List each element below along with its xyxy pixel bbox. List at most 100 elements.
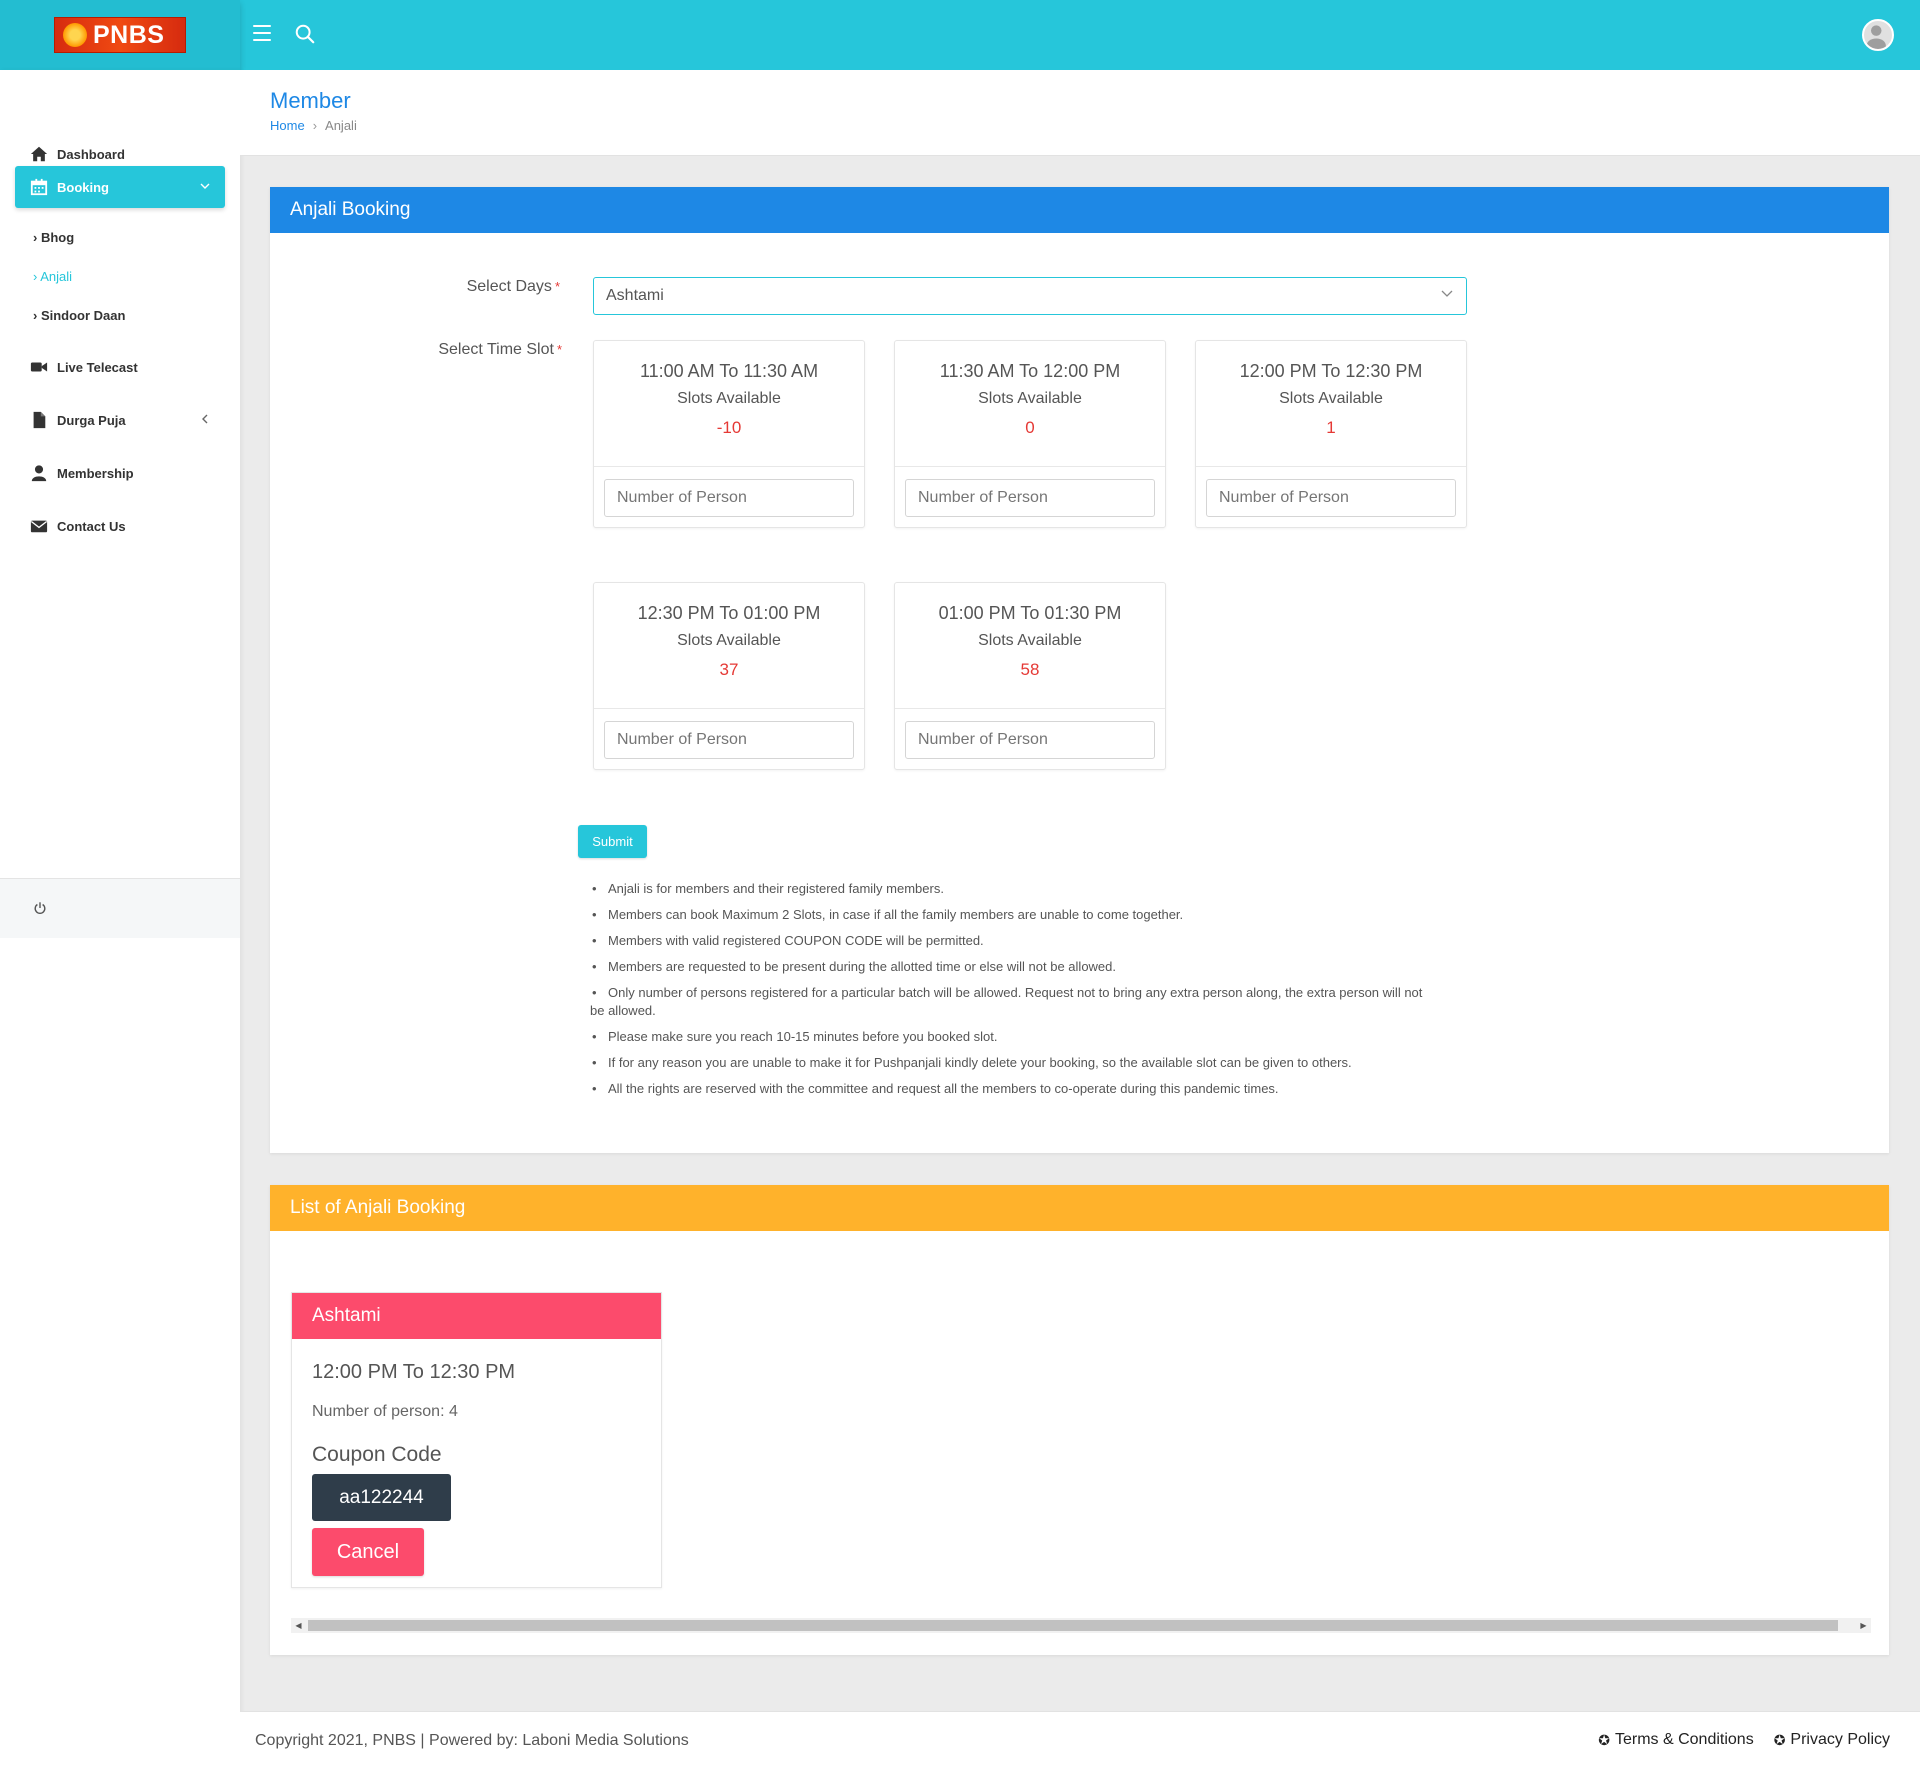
required-mark: * [554, 279, 560, 294]
slot-time: 12:00 PM To 12:30 PM [1239, 361, 1423, 381]
rule-item: Anjali is for members and their register… [590, 880, 1440, 898]
goddess-emblem-icon [63, 23, 87, 47]
logo-area[interactable]: PNBS [0, 0, 240, 70]
slot-available-label: Slots Available [677, 390, 781, 407]
slot-available-label: Slots Available [677, 632, 781, 649]
select-time-slot-label: Select Time Slot * [400, 341, 562, 359]
sidebar-subitem-bhog[interactable]: › Bhog [33, 230, 74, 245]
slot-available-label: Slots Available [1279, 390, 1383, 407]
brand-logo[interactable]: PNBS [54, 17, 186, 53]
sidebar-subitem-label: Anjali [40, 269, 73, 284]
slot-count: 0 [1025, 418, 1035, 437]
slot-count: 1 [1326, 418, 1336, 437]
select-days-label: Select Days * [420, 278, 560, 296]
horizontal-scrollbar[interactable]: ◀ ▶ [291, 1618, 1871, 1633]
time-slot-card: 11:00 AM To 11:30 AM Slots Available -10 [593, 340, 865, 528]
slot-available-label: Slots Available [978, 632, 1082, 649]
chevron-left-icon [202, 414, 208, 424]
card-title: List of Anjali Booking [270, 1185, 1889, 1231]
chevron-down-icon [1441, 290, 1453, 297]
time-slot-card: 12:30 PM To 01:00 PM Slots Available 37 [593, 582, 865, 770]
footer: Copyright 2021, PNBS | Powered by: Labon… [240, 1711, 1920, 1770]
logo-text: PNBS [93, 20, 165, 49]
scroll-right-arrow-icon[interactable]: ▶ [1856, 1618, 1871, 1633]
label-text: Select Time Slot [438, 341, 554, 358]
breadcrumb-separator: › [312, 118, 318, 133]
sidebar: Dashboard Booking › Bhog › Anjali › Sind… [0, 70, 240, 1770]
sidebar-subitem-anjali[interactable]: › Anjali [33, 269, 72, 284]
top-bar: PNBS [0, 0, 1920, 70]
rule-item: Members are requested to be present duri… [590, 958, 1440, 976]
terms-conditions-link[interactable]: ✪ Terms & Conditions [1598, 1731, 1753, 1749]
breadcrumb-current: Anjali [325, 118, 357, 133]
sidebar-item-durga-puja[interactable]: Durga Puja [15, 399, 225, 441]
label-text: Select Days [466, 278, 552, 295]
rule-item: Please make sure you reach 10-15 minutes… [590, 1028, 1440, 1046]
hamburger-menu-icon[interactable] [253, 25, 271, 41]
rule-item: Only number of persons registered for a … [590, 984, 1440, 1020]
coupon-code-label: Coupon Code [312, 1443, 442, 1466]
number-of-person-input[interactable] [905, 721, 1155, 759]
number-of-person-input[interactable] [905, 479, 1155, 517]
user-silhouette-icon [1866, 25, 1886, 49]
card-title: Anjali Booking [270, 187, 1889, 233]
time-slot-card: 01:00 PM To 01:30 PM Slots Available 58 [894, 582, 1166, 770]
slot-available-label: Slots Available [978, 390, 1082, 407]
slot-time: 11:00 AM To 11:30 AM [639, 361, 819, 381]
home-icon [30, 145, 48, 163]
required-mark: * [556, 342, 562, 357]
submit-button[interactable]: Submit [578, 825, 647, 858]
search-icon[interactable] [294, 23, 316, 45]
calendar-icon [30, 178, 48, 196]
sidebar-item-membership[interactable]: Membership [15, 452, 225, 494]
sidebar-item-label: Booking [57, 179, 109, 195]
booking-time: 12:00 PM To 12:30 PM [312, 1361, 516, 1383]
coupon-code-badge: aa122244 [312, 1474, 451, 1521]
breadcrumb: Home › Anjali [270, 118, 357, 133]
gear-icon: ✪ [1773, 1731, 1786, 1748]
sidebar-item-label: Contact Us [57, 518, 126, 534]
link-label: Privacy Policy [1790, 1731, 1890, 1748]
link-label: Terms & Conditions [1614, 1731, 1754, 1748]
slot-time: 12:30 PM To 01:00 PM [637, 603, 821, 623]
sidebar-footer [0, 878, 240, 938]
sidebar-item-contact-us[interactable]: Contact Us [15, 505, 225, 547]
copyright-text: Copyright 2021, PNBS | Powered by: Labon… [255, 1732, 689, 1749]
booking-day: Ashtami [292, 1293, 661, 1339]
sidebar-item-live-telecast[interactable]: Live Telecast [15, 346, 225, 388]
user-avatar[interactable] [1862, 19, 1894, 51]
selected-day: Ashtami [606, 287, 664, 304]
power-icon[interactable] [33, 901, 47, 918]
breadcrumb-home-link[interactable]: Home [270, 118, 305, 133]
page-header: Member Home › Anjali [240, 70, 1920, 156]
privacy-policy-link[interactable]: ✪ Privacy Policy [1774, 1731, 1890, 1749]
scrollbar-thumb[interactable] [308, 1620, 1838, 1631]
rule-item: If for any reason you are unable to make… [590, 1054, 1440, 1072]
sidebar-item-label: Dashboard [57, 146, 125, 162]
video-camera-icon [30, 358, 48, 376]
slot-time: 11:30 AM To 12:00 PM [939, 361, 1121, 381]
slot-count: 58 [1020, 660, 1040, 679]
slot-time: 01:00 PM To 01:30 PM [938, 603, 1122, 623]
booking-entry-card: Ashtami 12:00 PM To 12:30 PM Number of p… [291, 1292, 662, 1588]
scroll-left-arrow-icon[interactable]: ◀ [291, 1618, 306, 1633]
chevron-down-icon [200, 183, 210, 189]
rule-item: Members can book Maximum 2 Slots, in cas… [590, 906, 1440, 924]
footer-links: ✪ Terms & Conditions ✪ Privacy Policy [1598, 1731, 1890, 1749]
time-slot-card: 12:00 PM To 12:30 PM Slots Available 1 [1195, 340, 1467, 528]
number-of-person-input[interactable] [604, 721, 854, 759]
gear-icon: ✪ [1598, 1731, 1610, 1748]
sidebar-item-booking[interactable]: Booking [15, 166, 225, 208]
rule-item: All the rights are reserved with the com… [590, 1080, 1440, 1098]
booking-rules-list: Anjali is for members and their register… [590, 880, 1440, 1106]
sidebar-subitem-sindoor-daan[interactable]: › Sindoor Daan [33, 308, 125, 323]
sidebar-subitem-label: Sindoor Daan [40, 308, 126, 323]
sidebar-item-label: Durga Puja [57, 412, 126, 428]
number-of-person-input[interactable] [604, 479, 854, 517]
cancel-booking-button[interactable]: Cancel [312, 1528, 424, 1576]
number-of-person-input[interactable] [1206, 479, 1456, 517]
user-icon [30, 464, 48, 482]
select-days-dropdown[interactable]: Ashtami [593, 277, 1467, 315]
slot-count: 37 [719, 660, 739, 679]
sidebar-item-label: Membership [57, 465, 134, 481]
